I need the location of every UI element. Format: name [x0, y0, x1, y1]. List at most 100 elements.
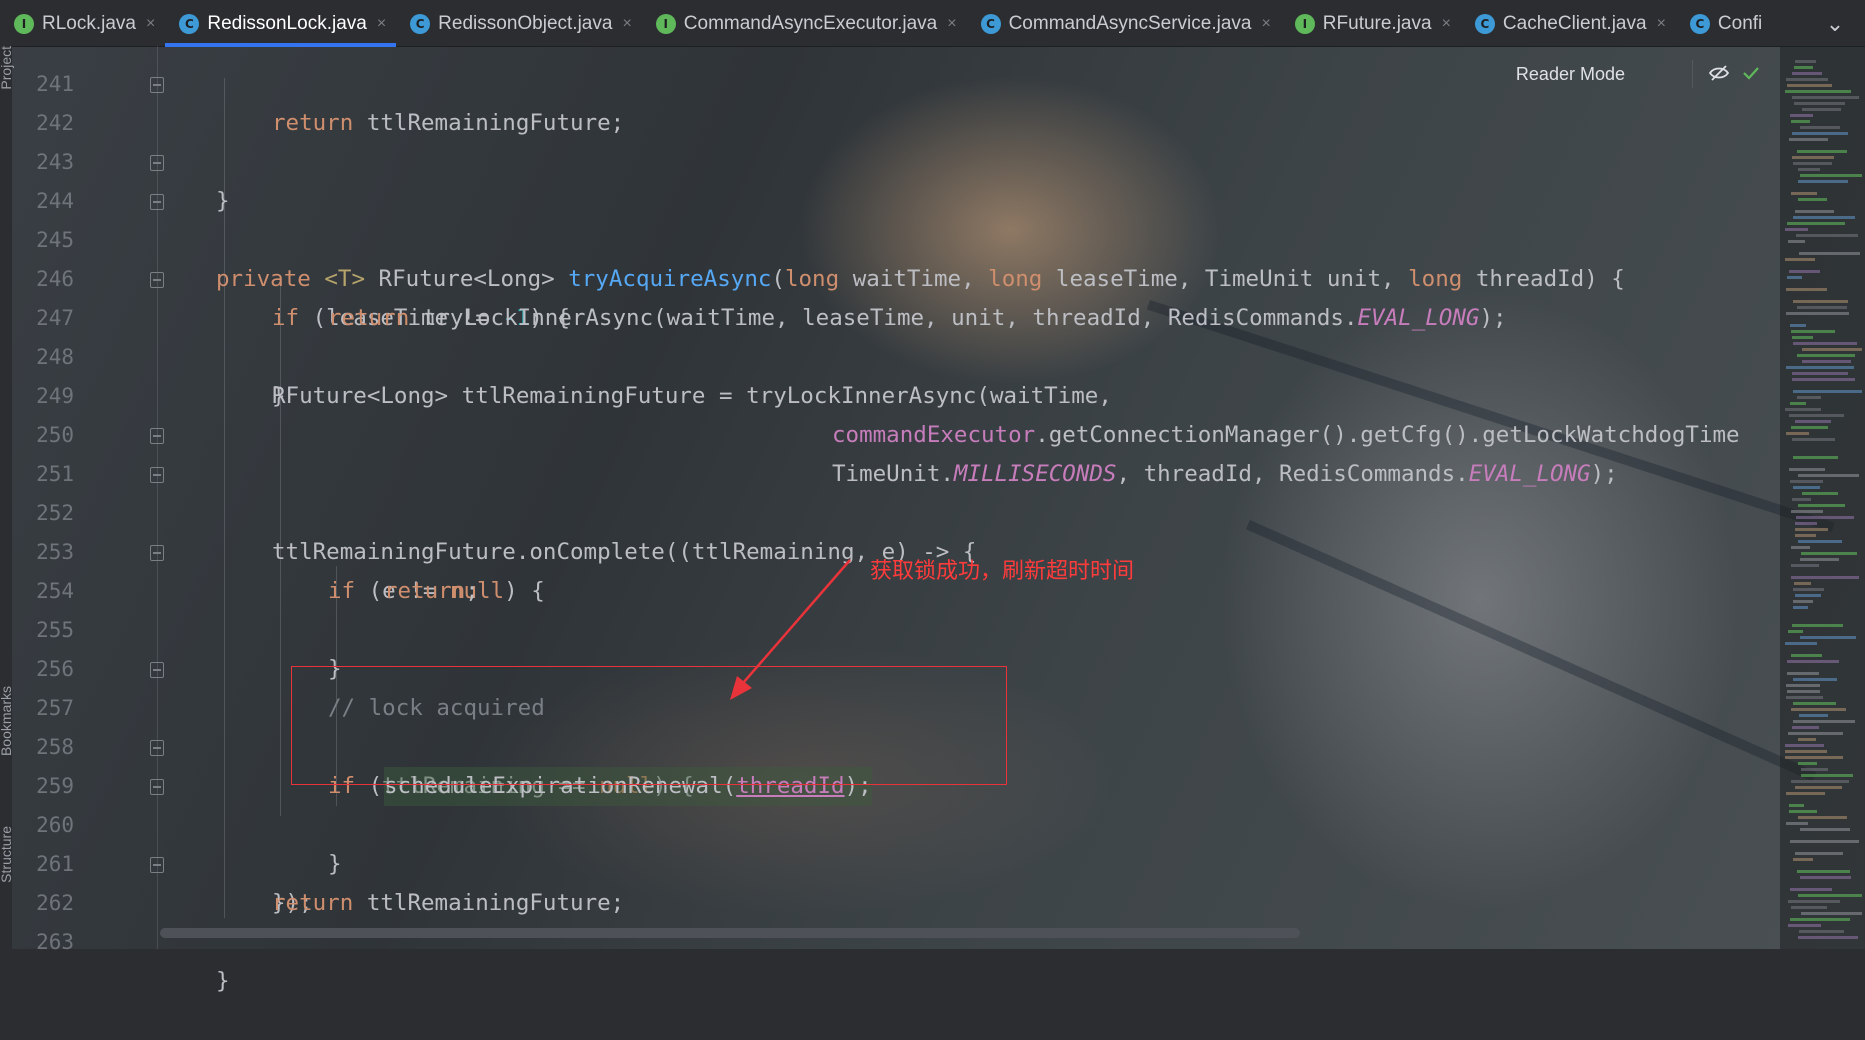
minimap-stroke: [1801, 912, 1862, 915]
minimap-stroke: [1798, 504, 1845, 507]
minimap-stroke: [1786, 312, 1849, 315]
minimap-stroke: [1790, 480, 1823, 483]
minimap-stroke: [1785, 756, 1843, 759]
minimap-stroke: [1785, 408, 1821, 411]
minimap-stroke: [1799, 714, 1828, 717]
minimap-stroke: [1787, 690, 1820, 693]
minimap-stroke: [1795, 594, 1821, 597]
minimap-stroke: [1786, 696, 1823, 699]
minimap-stroke: [1798, 816, 1847, 819]
minimap-stroke: [1790, 402, 1806, 405]
minimap-stroke: [1798, 762, 1817, 765]
minimap-stroke: [1785, 642, 1817, 645]
minimap-stroke: [1787, 222, 1845, 225]
minimap-stroke: [1797, 354, 1855, 357]
minimap-stroke: [1800, 636, 1856, 639]
minimap-stroke: [1795, 534, 1816, 537]
minimap-stroke: [1798, 180, 1848, 183]
minimap-stroke: [1792, 96, 1859, 99]
minimap-stroke: [1800, 174, 1862, 177]
minimap-stroke: [1786, 432, 1809, 435]
minimap-stroke: [1791, 546, 1810, 549]
minimap-stroke: [1793, 216, 1855, 219]
arrow-icon: [730, 559, 851, 700]
minimap-stroke: [1792, 498, 1811, 501]
minimap-stroke: [1785, 744, 1824, 747]
minimap-stroke: [1792, 378, 1855, 381]
minimap-stroke: [1793, 162, 1832, 165]
minimap-stroke: [1791, 906, 1827, 909]
minimap-stroke: [1797, 396, 1821, 399]
minimap-stroke: [1800, 126, 1840, 129]
minimap-stroke: [1801, 768, 1828, 771]
minimap-stroke: [1793, 588, 1824, 591]
minimap-stroke: [1795, 210, 1834, 213]
minimap-stroke: [1800, 876, 1851, 879]
minimap-stroke: [1791, 330, 1835, 333]
minimap-stroke: [1795, 420, 1831, 423]
minimap-stroke: [1791, 780, 1849, 783]
minimap-stroke: [1798, 474, 1859, 477]
minimap-stroke: [1800, 558, 1839, 561]
horizontal-scrollbar[interactable]: [160, 928, 1300, 938]
minimap-stroke: [1798, 198, 1827, 201]
minimap-stroke: [1796, 516, 1854, 519]
minimap-stroke: [1793, 390, 1862, 393]
minimap-stroke: [1795, 852, 1843, 855]
minimap-stroke: [1791, 192, 1817, 195]
minimap-stroke: [1800, 828, 1850, 831]
minimap-stroke: [1791, 564, 1819, 567]
minimap-stroke: [1787, 672, 1819, 675]
minimap-stroke: [1786, 684, 1820, 687]
minimap-stroke: [1787, 660, 1839, 663]
minimap-stroke: [1801, 774, 1853, 777]
minimap-stroke: [1790, 324, 1806, 327]
code-text: }: [216, 968, 230, 994]
minimap-stroke: [1793, 720, 1855, 723]
minimap-stroke: [1785, 258, 1815, 261]
minimap-stroke: [1793, 600, 1813, 603]
minimap-stroke: [1788, 240, 1805, 243]
minimap-stroke: [1801, 552, 1857, 555]
minimap-stroke: [1785, 750, 1827, 753]
minimap-stroke: [1794, 582, 1811, 585]
minimap-stroke: [1792, 438, 1835, 441]
minimap-stroke: [1791, 708, 1846, 711]
minimap-stroke: [1793, 342, 1857, 345]
minimap-stroke: [1793, 456, 1838, 459]
minimap-stroke: [1802, 360, 1851, 363]
minimap-stroke: [1797, 870, 1850, 873]
minimap-stroke: [1787, 84, 1832, 87]
minimap-stroke: [1789, 810, 1817, 813]
minimap-stroke: [1785, 228, 1808, 231]
minimap-stroke: [1792, 336, 1813, 339]
minimap-stroke: [1791, 120, 1810, 123]
minimap-stroke: [1795, 528, 1828, 531]
minimap-stroke: [1788, 900, 1840, 903]
minimap-stroke: [1798, 738, 1816, 741]
minimap-stroke: [1794, 102, 1845, 105]
minimap-stroke: [1797, 306, 1847, 309]
minimap-stroke: [1802, 348, 1862, 351]
minimap-stroke: [1790, 918, 1850, 921]
minimap-stroke: [1799, 252, 1860, 255]
minimap-stroke: [1791, 654, 1822, 657]
minimap-stroke: [1788, 732, 1843, 735]
minimap-stroke: [1798, 894, 1862, 897]
minimap-stroke: [1788, 630, 1803, 633]
minimap-stroke: [1788, 924, 1821, 927]
minimap-stroke: [1802, 492, 1838, 495]
minimap-stroke: [1790, 888, 1832, 891]
minimap-stroke: [1798, 168, 1820, 171]
minimap-stroke: [1789, 468, 1825, 471]
minimap-stroke: [1793, 678, 1837, 681]
minimap-stroke: [1792, 372, 1848, 375]
minimap-stroke: [1793, 486, 1820, 489]
minimap-stroke: [1798, 936, 1858, 939]
minimap-stroke: [1795, 522, 1817, 525]
minimap-stroke: [1802, 108, 1841, 111]
minimap-stroke: [1789, 138, 1828, 141]
minimap-stroke: [1791, 426, 1828, 429]
minimap-stroke: [1786, 288, 1827, 291]
minimap-stroke: [1785, 90, 1851, 93]
